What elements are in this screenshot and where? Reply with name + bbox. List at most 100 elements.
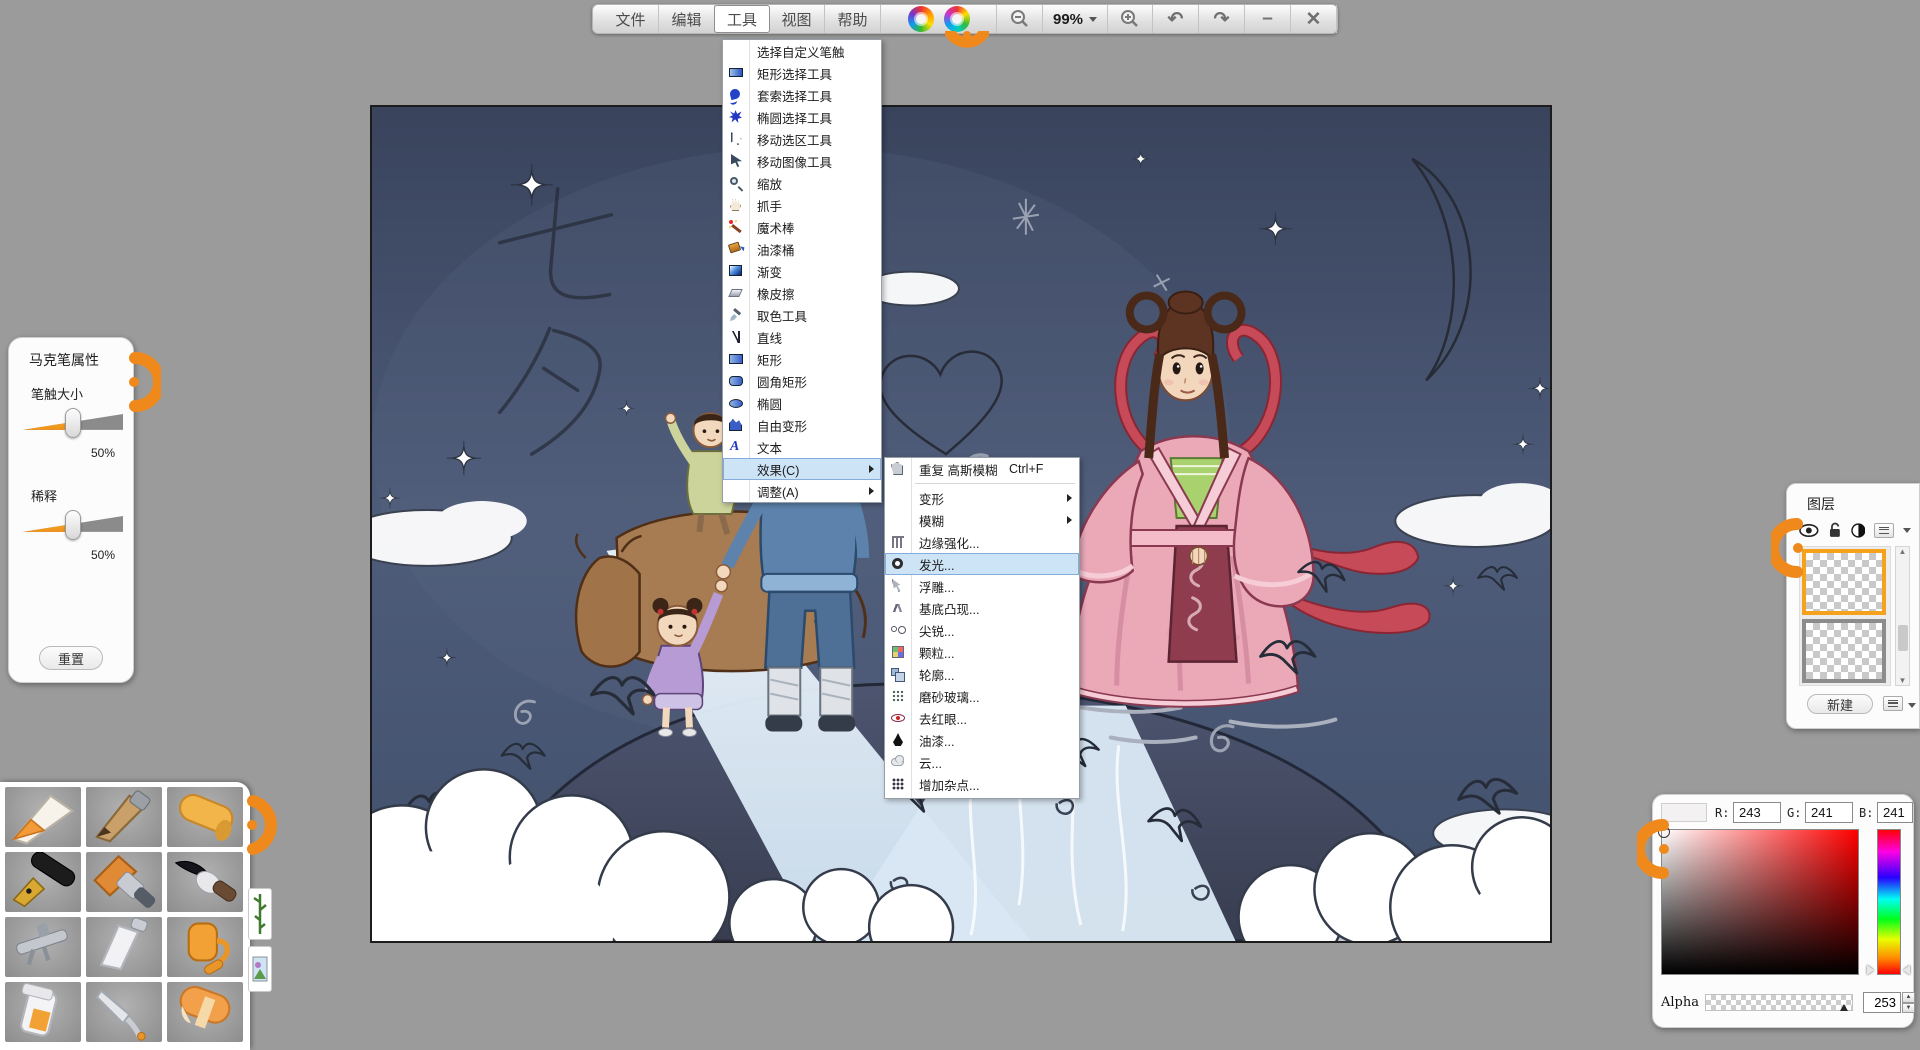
menu-view[interactable]: 视图: [769, 5, 825, 33]
tools-menu-item-rectangle[interactable]: 矩形: [723, 348, 881, 370]
scroll-down-icon[interactable]: ▼: [1899, 676, 1907, 685]
scrollbar-thumb[interactable]: [1898, 625, 1908, 651]
close-button[interactable]: ✕: [1291, 5, 1337, 33]
effects-item-blur[interactable]: 模糊: [885, 509, 1079, 531]
tool-pencil[interactable]: [86, 787, 162, 847]
tools-menu-item-move-selection[interactable]: 移动选区工具: [723, 128, 881, 150]
effects-item-clouds[interactable]: 云...: [885, 751, 1079, 773]
menu-edit[interactable]: 编辑: [659, 5, 715, 33]
effects-item-red-eye[interactable]: 去红眼...: [885, 707, 1079, 729]
tools-menu-item-magic-wand[interactable]: 魔术棒: [723, 216, 881, 238]
reset-button[interactable]: 重置: [39, 646, 103, 670]
tool-paint-brush[interactable]: [86, 852, 162, 912]
spinner-down-button[interactable]: ▼: [1902, 1003, 1915, 1014]
tools-menu-item-pan[interactable]: 抓手: [723, 194, 881, 216]
slider-thumb[interactable]: [65, 408, 81, 438]
tools-menu-item-rect-select[interactable]: 矩形选择工具: [723, 62, 881, 84]
hue-bar[interactable]: [1877, 829, 1901, 975]
saturation-value-square[interactable]: [1661, 829, 1859, 975]
chevron-down-icon[interactable]: [1908, 703, 1916, 708]
effects-item-add-noise[interactable]: 增加杂点...: [885, 773, 1079, 795]
scroll-up-icon[interactable]: ▲: [1899, 547, 1907, 556]
zoom-in-button[interactable]: [1107, 5, 1153, 33]
tool-paint-roller[interactable]: [167, 917, 243, 977]
effects-item-grain[interactable]: 颗粒...: [885, 641, 1079, 663]
tool-pastel[interactable]: [167, 787, 243, 847]
layers-panel-peg-handle[interactable]: [1771, 516, 1805, 580]
tools-menu-item-text[interactable]: A文本: [723, 436, 881, 458]
green-field[interactable]: 241: [1805, 802, 1853, 823]
tools-menu-item-adjust[interactable]: 调整(A): [723, 480, 881, 502]
color-samples-icon[interactable]: [908, 6, 934, 32]
effects-item-edge-enhance[interactable]: 边缘强化...: [885, 531, 1079, 553]
effects-item-outline[interactable]: 轮廓...: [885, 663, 1079, 685]
tool-paint-tube[interactable]: [5, 982, 81, 1042]
blue-field[interactable]: 241: [1877, 802, 1913, 823]
alpha-marker-icon[interactable]: [1840, 1004, 1848, 1011]
effects-item-glow[interactable]: 发光...: [885, 553, 1079, 575]
thinner-slider[interactable]: [23, 510, 123, 540]
tools-menu-item-effects[interactable]: 效果(C): [723, 458, 881, 480]
tool-ink-brush[interactable]: [167, 852, 243, 912]
effects-item-sharpen[interactable]: 尖锐...: [885, 619, 1079, 641]
tools-menu-item-ellipse-select[interactable]: 椭圆选择工具: [723, 106, 881, 128]
menu-help[interactable]: 帮助: [825, 5, 881, 33]
tools-menu-item-eyedropper[interactable]: 取色工具: [723, 304, 881, 326]
tools-menu-item-line[interactable]: 直线: [723, 326, 881, 348]
tool-marker[interactable]: [167, 982, 243, 1042]
redo-button[interactable]: ↷: [1199, 5, 1245, 33]
tools-menu-item-free-transform[interactable]: 自由变形: [723, 414, 881, 436]
undo-button[interactable]: ↶: [1153, 5, 1199, 33]
layer-blend-icon[interactable]: [1851, 523, 1866, 538]
marker-panel-peg-handle[interactable]: [127, 350, 161, 414]
tools-menu-item-move-image[interactable]: 移动图像工具: [723, 150, 881, 172]
tool-watercolor-brush[interactable]: [86, 982, 162, 1042]
alpha-slider[interactable]: [1705, 994, 1853, 1011]
effects-item-transform[interactable]: 变形: [885, 487, 1079, 509]
tools-menu-item-rounded-rect[interactable]: 圆角矩形: [723, 370, 881, 392]
new-layer-button[interactable]: 新建: [1807, 694, 1873, 714]
hue-marker-right-icon[interactable]: [1903, 965, 1910, 975]
effects-item-repeat-blur[interactable]: 重复 高斯模糊Ctrl+F: [885, 458, 1079, 480]
tools-menu-item-custom-stroke[interactable]: 选择自定义笔触: [723, 40, 881, 62]
chevron-down-icon[interactable]: [1903, 528, 1911, 533]
stencil-bamboo-button[interactable]: [248, 888, 272, 940]
palette-peg-handle[interactable]: [244, 792, 280, 858]
red-field[interactable]: 243: [1733, 802, 1781, 823]
tools-menu-item-lasso[interactable]: 套索选择工具: [723, 84, 881, 106]
color-panel-peg-handle[interactable]: [1637, 817, 1671, 881]
tool-airbrush[interactable]: [5, 917, 81, 977]
effects-item-frosted-glass[interactable]: 磨砂玻璃...: [885, 685, 1079, 707]
zoom-level-dropdown[interactable]: 99%: [1043, 5, 1107, 33]
tool-felt-pen[interactable]: [5, 787, 81, 847]
zoom-out-button[interactable]: [997, 5, 1043, 33]
tools-menu-item-paint-bucket[interactable]: 油漆桶: [723, 238, 881, 260]
effects-item-bas-relief[interactable]: 基底凸现...: [885, 597, 1079, 619]
layer-list-scrollbar[interactable]: ▲ ▼: [1895, 546, 1910, 686]
effects-item-paint[interactable]: 油漆...: [885, 729, 1079, 751]
slider-thumb[interactable]: [65, 510, 81, 540]
stroke-size-slider[interactable]: [23, 408, 123, 438]
effects-item-emboss[interactable]: 浮雕...: [885, 575, 1079, 597]
tool-palette-knife[interactable]: [86, 917, 162, 977]
tools-menu-item-ellipse[interactable]: 椭圆: [723, 392, 881, 414]
lasso-icon: [728, 87, 744, 103]
tools-menu-item-eraser[interactable]: 橡皮擦: [723, 282, 881, 304]
layers-menu-button[interactable]: [1883, 696, 1903, 711]
hue-marker-left-icon[interactable]: [1867, 965, 1874, 975]
minimize-button[interactable]: –: [1245, 5, 1291, 33]
tools-menu-item-gradient[interactable]: 渐变: [723, 260, 881, 282]
menu-tools[interactable]: 工具: [714, 5, 770, 33]
layer-lock-icon[interactable]: [1828, 522, 1842, 538]
layer-item[interactable]: [1802, 619, 1886, 683]
layer-options-menu-button[interactable]: [1874, 523, 1894, 538]
color-wheel-icon[interactable]: [944, 6, 970, 32]
sticker-picture-button[interactable]: [248, 946, 272, 992]
tools-menu-item-zoom[interactable]: 缩放: [723, 172, 881, 194]
layer-item-selected[interactable]: [1802, 549, 1886, 615]
spinner-up-button[interactable]: ▲: [1902, 992, 1915, 1003]
alpha-value-field[interactable]: 253: [1863, 992, 1901, 1013]
toolbar-peg-handle[interactable]: [945, 31, 989, 55]
tool-ink-pen[interactable]: [5, 852, 81, 912]
menu-file[interactable]: 文件: [603, 5, 659, 33]
